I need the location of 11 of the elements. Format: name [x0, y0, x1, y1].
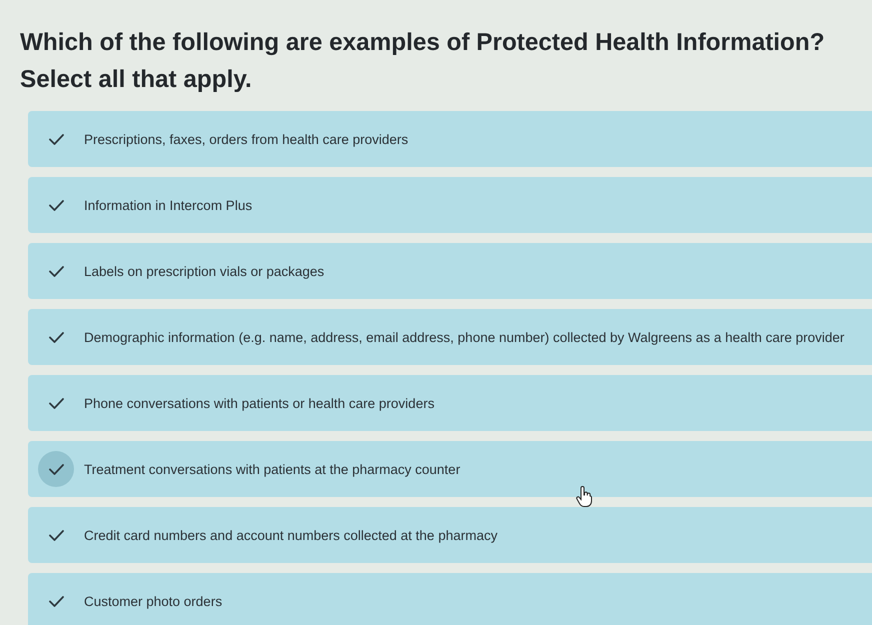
answer-option[interactable]: Customer photo orders — [28, 573, 872, 625]
answer-option[interactable]: Prescriptions, faxes, orders from health care providers — [28, 111, 872, 167]
answer-option[interactable]: Treatment conversations with patients at the pharmacy counter — [28, 441, 872, 497]
answer-option[interactable]: Credit card numbers and account numbers collected at the pharmacy — [28, 507, 872, 563]
answer-option[interactable]: Labels on prescription vials or packages — [28, 243, 872, 299]
hand-cursor-icon — [576, 486, 592, 508]
answer-option[interactable]: Demographic information (e.g. name, address, email address, phone number) collected by Walgreens as a health care provider — [28, 309, 872, 365]
answer-option[interactable]: Phone conversations with patients or health care providers — [28, 375, 872, 431]
instruction-text: Select all that apply. — [20, 65, 252, 95]
question-title: Which of the following are examples of Protected Health Information? — [20, 28, 825, 58]
answer-option[interactable]: Information in Intercom Plus — [28, 177, 872, 233]
